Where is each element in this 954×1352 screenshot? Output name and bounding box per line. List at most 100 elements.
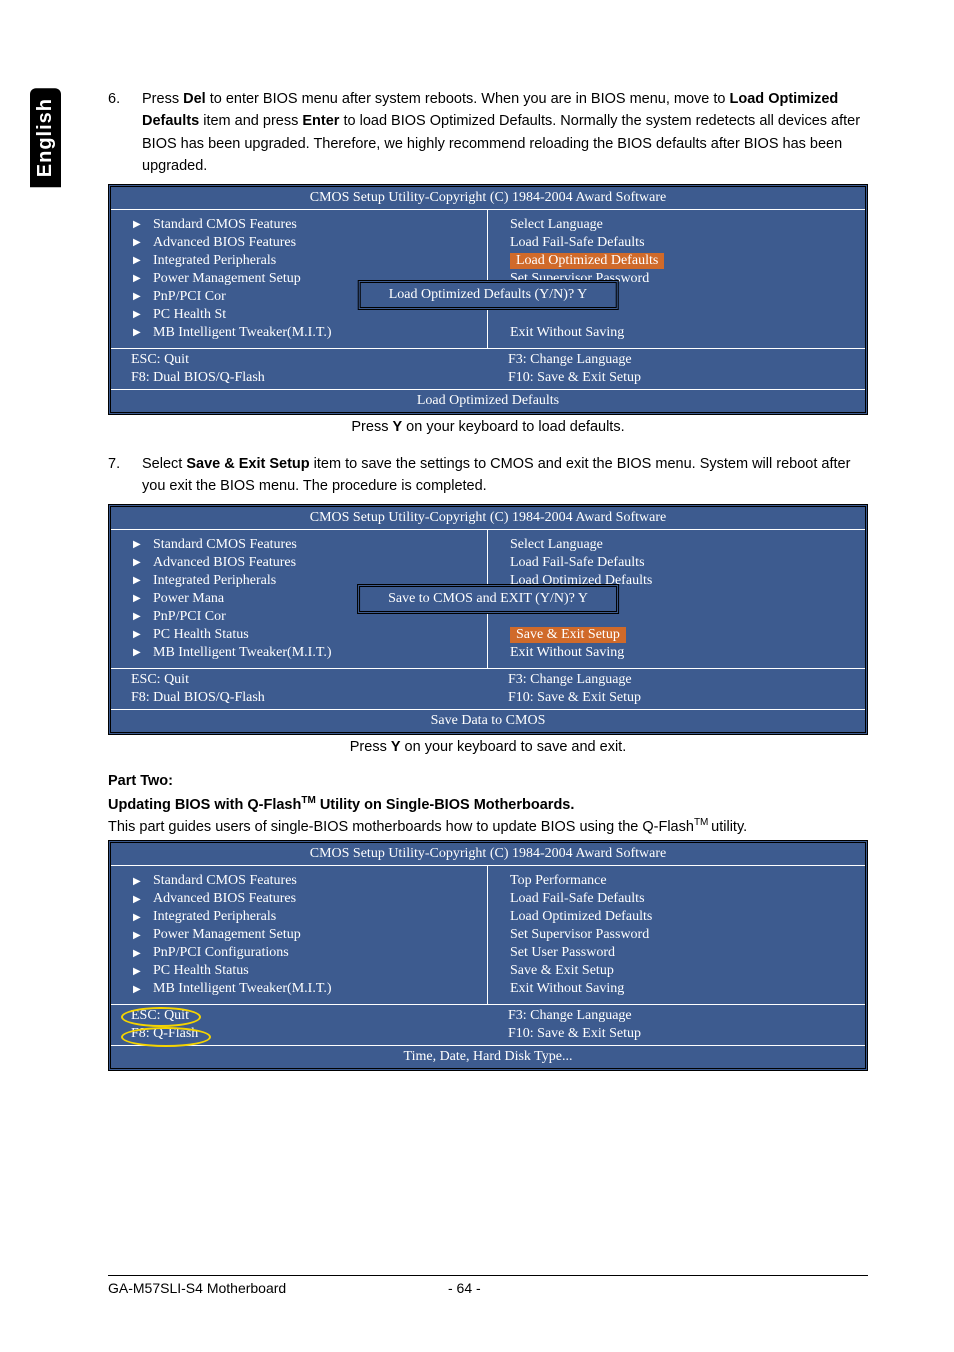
menu-item-highlighted: Save & Exit Setup xyxy=(510,627,626,643)
menu-item-highlighted: Load Optimized Defaults xyxy=(510,253,664,269)
menu-item: Integrated Peripherals xyxy=(153,573,276,589)
menu-item: Load Fail-Safe Defaults xyxy=(510,554,855,572)
bios-dialog: Save to CMOS and EXIT (Y/N)? Y xyxy=(357,584,619,614)
menu-item: Exit Without Saving xyxy=(510,644,855,662)
triangle-icon: ▶ xyxy=(133,255,143,266)
menu-item: PnP/PCI Cor xyxy=(153,609,226,625)
text: to enter BIOS menu after system reboots.… xyxy=(206,91,730,107)
key-hint: F8: Dual BIOS/Q-Flash xyxy=(131,369,468,387)
step-7: 7. Select Save & Exit Setup item to save… xyxy=(108,453,868,498)
text: This part guides users of single-BIOS mo… xyxy=(108,818,694,834)
menu-item: PnP/PCI Cor xyxy=(153,289,226,305)
key-hint: F10: Save & Exit Setup xyxy=(508,1025,845,1043)
key-hint: F3: Change Language xyxy=(508,671,845,689)
bios-title: CMOS Setup Utility-Copyright (C) 1984-20… xyxy=(111,507,865,530)
menu-item: Save & Exit Setup xyxy=(510,962,855,980)
footer-model: GA-M57SLI-S4 Motherboard xyxy=(108,1280,448,1296)
bios-footer-keys: ESC: Quit F8: Q-Flash F3: Change Languag… xyxy=(111,1004,865,1045)
bios-dialog: Load Optimized Defaults (Y/N)? Y xyxy=(358,280,619,310)
menu-item: Set User Password xyxy=(510,944,855,962)
step-body: Select Save & Exit Setup item to save th… xyxy=(142,453,868,498)
menu-item: MB Intelligent Tweaker(M.I.T.) xyxy=(153,645,332,661)
menu-item: Load Fail-Safe Defaults xyxy=(510,890,855,908)
triangle-icon: ▶ xyxy=(133,273,143,284)
page-footer: GA-M57SLI-S4 Motherboard - 64 - xyxy=(108,1275,868,1296)
bios-left-column: ▶Standard CMOS Features ▶Advanced BIOS F… xyxy=(111,866,488,1004)
key-del: Del xyxy=(183,91,206,107)
menu-item: Select Language xyxy=(510,536,855,554)
footer-page-number: - 64 - xyxy=(448,1280,528,1296)
bios-screenshot-2: CMOS Setup Utility-Copyright (C) 1984-20… xyxy=(108,504,868,735)
menu-item: Standard CMOS Features xyxy=(153,217,297,233)
key-hint: F3: Change Language xyxy=(508,351,845,369)
triangle-icon: ▶ xyxy=(133,948,143,959)
step-body: Press Del to enter BIOS menu after syste… xyxy=(142,88,868,178)
step-number: 7. xyxy=(108,453,142,498)
trademark: TM xyxy=(694,817,711,828)
triangle-icon: ▶ xyxy=(133,237,143,248)
caption-2: Press Y on your keyboard to save and exi… xyxy=(108,739,868,755)
menu-item: Integrated Peripherals xyxy=(153,253,276,269)
menu-item: Power Management Setup xyxy=(153,271,301,287)
text: on your keyboard to load defaults. xyxy=(402,419,624,435)
key-enter: Enter xyxy=(302,113,339,129)
bios-footer-keys: ESC: Quit F8: Dual BIOS/Q-Flash F3: Chan… xyxy=(111,348,865,389)
key-hint: F10: Save & Exit Setup xyxy=(508,689,845,707)
triangle-icon: ▶ xyxy=(133,894,143,905)
bios-title: CMOS Setup Utility-Copyright (C) 1984-20… xyxy=(111,843,865,866)
menu-item: Standard CMOS Features xyxy=(153,873,297,889)
triangle-icon: ▶ xyxy=(133,647,143,658)
menu-item: Exit Without Saving xyxy=(510,980,855,998)
menu-item: Exit Without Saving xyxy=(510,324,855,342)
language-tab: English xyxy=(30,88,61,187)
text: item and press xyxy=(199,113,302,129)
key-hint: F10: Save & Exit Setup xyxy=(508,369,845,387)
triangle-icon: ▶ xyxy=(133,611,143,622)
bios-left-column: ▶ Standard CMOS Features ▶ Advanced BIOS F… xyxy=(111,210,488,348)
key-hint: F8: Dual BIOS/Q-Flash xyxy=(131,689,468,707)
triangle-icon: ▶ xyxy=(133,629,143,640)
menu-item: Integrated Peripherals xyxy=(153,909,276,925)
menu-item: PnP/PCI Configurations xyxy=(153,945,289,961)
part-two-subheading: Updating BIOS with Q-FlashTM Utility on … xyxy=(108,795,868,813)
key-hint: F3: Change Language xyxy=(508,1007,845,1025)
triangle-icon: ▶ xyxy=(133,291,143,302)
menu-item: Advanced BIOS Features xyxy=(153,235,296,251)
menu-item: Load Fail-Safe Defaults xyxy=(510,234,855,252)
text: utility. xyxy=(711,818,747,834)
bios-status-bar: Save Data to CMOS xyxy=(111,709,865,732)
text: Press xyxy=(350,739,391,755)
menu-item: PC Health Status xyxy=(153,627,249,643)
step-6: 6. Press Del to enter BIOS menu after sy… xyxy=(108,88,868,178)
triangle-icon: ▶ xyxy=(133,557,143,568)
text: Select xyxy=(142,456,186,472)
triangle-icon: ▶ xyxy=(133,912,143,923)
bios-screenshot-1: CMOS Setup Utility-Copyright (C) 1984-20… xyxy=(108,184,868,415)
menu-item: Power Mana xyxy=(153,591,224,607)
menu-item: Set Supervisor Password xyxy=(510,926,855,944)
menu-item: PC Health Status xyxy=(153,963,249,979)
key-y: Y xyxy=(392,419,402,435)
text: Press xyxy=(142,91,183,107)
item-save-exit: Save & Exit Setup xyxy=(186,456,309,472)
step-number: 6. xyxy=(108,88,142,178)
caption-1: Press Y on your keyboard to load default… xyxy=(108,419,868,435)
bios-footer-keys: ESC: Quit F8: Dual BIOS/Q-Flash F3: Chan… xyxy=(111,668,865,709)
bios-screenshot-3: CMOS Setup Utility-Copyright (C) 1984-20… xyxy=(108,840,868,1071)
triangle-icon: ▶ xyxy=(133,930,143,941)
key-hint: ESC: Quit xyxy=(131,671,468,689)
part-two-heading: Part Two: xyxy=(108,773,868,789)
key-hint: ESC: Quit xyxy=(131,351,468,369)
text: Utility on Single-BIOS Motherboards. xyxy=(316,797,575,813)
bios-right-column: Select Language Load Fail-Safe Defaults … xyxy=(488,210,865,348)
menu-item: Top Performance xyxy=(510,872,855,890)
triangle-icon: ▶ xyxy=(133,575,143,586)
menu-item: MB Intelligent Tweaker(M.I.T.) xyxy=(153,981,332,997)
triangle-icon: ▶ xyxy=(133,966,143,977)
triangle-icon: ▶ xyxy=(133,309,143,320)
page-content: 6. Press Del to enter BIOS menu after sy… xyxy=(108,88,868,1075)
bios-title: CMOS Setup Utility-Copyright (C) 1984-20… xyxy=(111,187,865,210)
trademark: TM xyxy=(301,795,315,806)
triangle-icon: ▶ xyxy=(133,593,143,604)
triangle-icon: ▶ xyxy=(133,876,143,887)
